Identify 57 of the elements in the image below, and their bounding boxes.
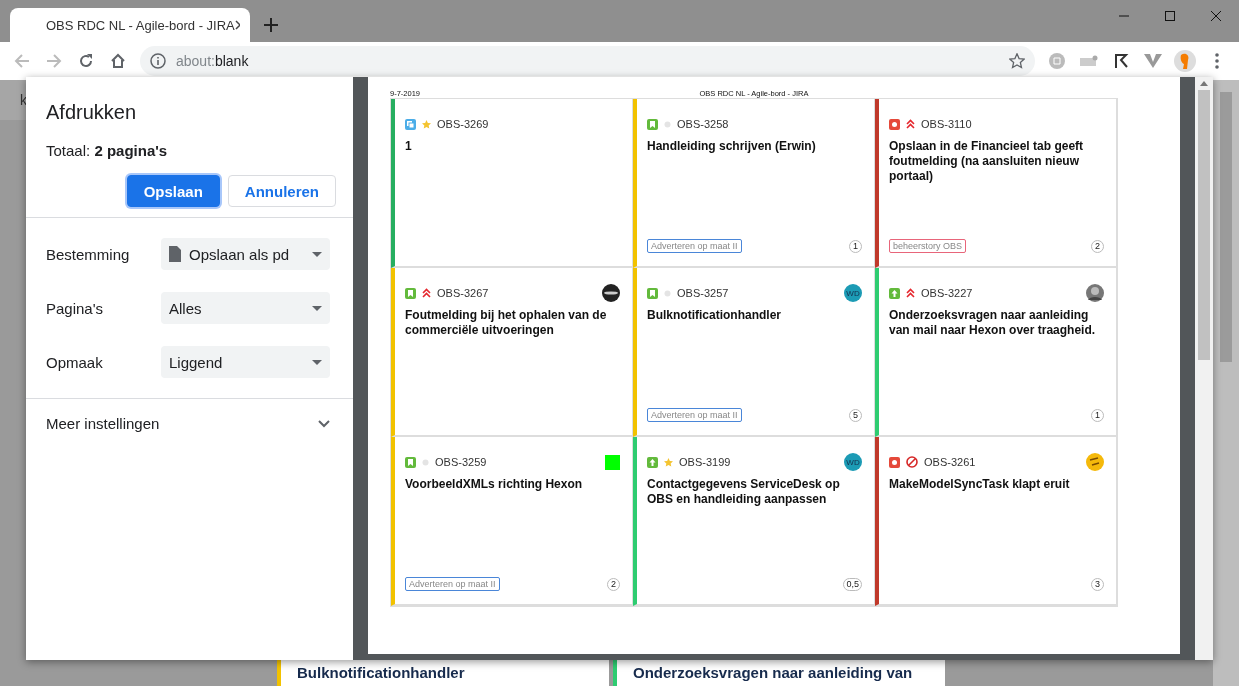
address-bar[interactable]: about:blank (140, 46, 1035, 76)
issue-key: OBS-3258 (677, 118, 862, 130)
scroll-up-arrow-icon[interactable] (1200, 81, 1208, 86)
dialog-title: Afdrukken (45, 100, 138, 124)
setting-label: Opmaak (46, 353, 103, 371)
issue-title: Handleiding schrijven (Erwin) (647, 139, 817, 155)
dropdown-caret-icon (312, 251, 322, 257)
issue-key: OBS-3269 (437, 118, 620, 130)
url-text: about:blank (176, 53, 250, 69)
epic-label: beheerstory OBS (889, 239, 967, 253)
dropdown-caret-icon (312, 305, 322, 311)
issue-title: Onderzoeksvragen naar aanleiding van mail naar Hexon over traagheid. (889, 308, 1097, 339)
epic-label: Adverteren op maat II (647, 408, 742, 422)
bookmark-star-icon[interactable] (1009, 53, 1025, 69)
issue-title: Bulknotificationhandler (647, 308, 782, 324)
browser-tab[interactable]: OBS RDC NL - Agile-bord - JIRA (10, 8, 250, 42)
preview-scrollbar[interactable] (1195, 77, 1213, 660)
emoji-avatar-icon (1086, 453, 1104, 471)
epic-label: Adverteren op maat II (405, 577, 500, 591)
issue-key: OBS-3259 (435, 456, 599, 468)
new-tab-icon[interactable] (264, 18, 278, 32)
page-total: Totaal: 2 pagina's (45, 141, 169, 159)
avatar-initials: WD (844, 284, 862, 302)
setting-label: Bestemming (46, 245, 130, 263)
epic-label: Adverteren op maat II (647, 239, 742, 253)
issue-title: Foutmelding bij het ophalen van de commerciële uitvoeringen (405, 308, 608, 339)
save-button[interactable]: Opslaan (126, 175, 220, 207)
setting-dropdown[interactable]: Alles (161, 292, 330, 324)
reload-icon[interactable] (78, 53, 94, 69)
more-settings-toggle[interactable]: Meer instellingen (26, 399, 353, 448)
issue-key: OBS-3257 (677, 287, 838, 299)
issue-title: VoorbeeldXMLs richting Hexon (405, 477, 584, 493)
setting-label: Pagina's (46, 299, 104, 317)
profile-avatar[interactable] (1171, 47, 1199, 75)
page-scrollbar[interactable] (1213, 80, 1239, 686)
setting-dropdown[interactable]: Liggend (161, 346, 330, 378)
maximize-icon[interactable] (1165, 11, 1175, 21)
page-text-fragment: k (20, 92, 27, 108)
issue-key: OBS-3110 (921, 118, 1104, 130)
issue-title: 1 (405, 139, 413, 155)
issue-key: OBS-3227 (921, 287, 1080, 299)
home-icon[interactable] (110, 53, 126, 69)
issue-title: MakeModelSyncTask klapt eruit (889, 477, 1071, 493)
issue-key: OBS-3199 (679, 456, 838, 468)
dropdown-caret-icon (312, 359, 322, 365)
issue-key: OBS-3261 (924, 456, 1080, 468)
setting-dropdown[interactable]: Opslaan als pd (161, 238, 330, 270)
info-icon[interactable] (150, 53, 166, 69)
issue-title: Opslaan in de Financieel tab geeft foutmelding (na aansluiten nieuw portaal) (889, 139, 1085, 185)
file-icon (169, 246, 181, 262)
cancel-button[interactable]: Annuleren (227, 175, 336, 207)
avatar-initials: WD (844, 453, 862, 471)
board-card[interactable]: Onderzoeksvragen naar aanleiding van (613, 660, 945, 686)
issue-key: OBS-3267 (437, 287, 596, 299)
issue-title: Contactgegevens ServiceDesk op OBS en handleiding aanpassen (647, 477, 841, 508)
tab-title: OBS RDC NL - Agile-bord - JIRA (46, 17, 235, 33)
board-card[interactable]: Bulknotificationhandler (277, 660, 609, 686)
